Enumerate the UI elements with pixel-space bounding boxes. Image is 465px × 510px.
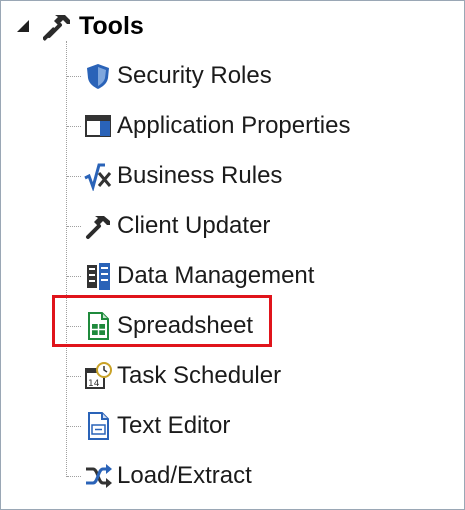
tree-connector	[67, 325, 81, 327]
tree-connector	[67, 225, 81, 227]
tree-connector	[67, 75, 81, 77]
tree-item-label: Load/Extract	[117, 462, 252, 489]
spreadsheet-icon	[88, 312, 109, 340]
tree-item-client-updater[interactable]: Client Updater	[67, 206, 447, 246]
tree-root-tools[interactable]: Tools	[13, 9, 144, 43]
tree-connector	[67, 175, 81, 177]
tree-connector	[67, 425, 81, 427]
tree-item-security-roles[interactable]: Security Roles	[67, 56, 447, 96]
hammer-icon	[86, 216, 110, 239]
calendar-clock-icon: 14	[85, 362, 112, 389]
tree-item-load-extract[interactable]: Load/Extract	[67, 456, 447, 496]
tree-connector	[67, 475, 81, 477]
database-icon	[87, 263, 110, 290]
hammer-icon	[43, 15, 70, 41]
tree-connector	[67, 375, 81, 377]
expanded-triangle-icon[interactable]	[13, 16, 33, 36]
tree-item-label: Security Roles	[117, 62, 272, 89]
tree-panel: Tools Security Roles Application Propert…	[0, 0, 465, 510]
tree-item-task-scheduler[interactable]: 14 Task Scheduler	[67, 356, 447, 396]
tree-item-business-rules[interactable]: Business Rules	[67, 156, 447, 196]
tree-item-label: Data Management	[117, 262, 315, 289]
tree-item-label: Business Rules	[117, 162, 283, 189]
tree-item-spreadsheet[interactable]: Spreadsheet	[67, 306, 447, 346]
tree-item-label: Application Properties	[117, 112, 351, 139]
shield-icon	[87, 64, 109, 89]
tree-connector	[67, 275, 81, 277]
shuffle-arrows-icon	[86, 464, 112, 488]
tree-connector	[67, 125, 81, 127]
window-properties-icon	[85, 115, 111, 137]
svg-text:14: 14	[88, 379, 100, 389]
formula-icon	[84, 163, 112, 191]
tree-item-label: Client Updater	[117, 212, 271, 239]
tree-item-text-editor[interactable]: Text Editor	[67, 406, 447, 446]
tree-root-label: Tools	[79, 11, 144, 40]
tree-item-label: Task Scheduler	[117, 362, 282, 389]
text-document-icon	[88, 412, 109, 440]
tree-item-label: Text Editor	[117, 412, 231, 439]
tree-item-data-management[interactable]: Data Management	[67, 256, 447, 296]
tree-item-application-properties[interactable]: Application Properties	[67, 106, 447, 146]
tree-item-label: Spreadsheet	[117, 312, 254, 339]
